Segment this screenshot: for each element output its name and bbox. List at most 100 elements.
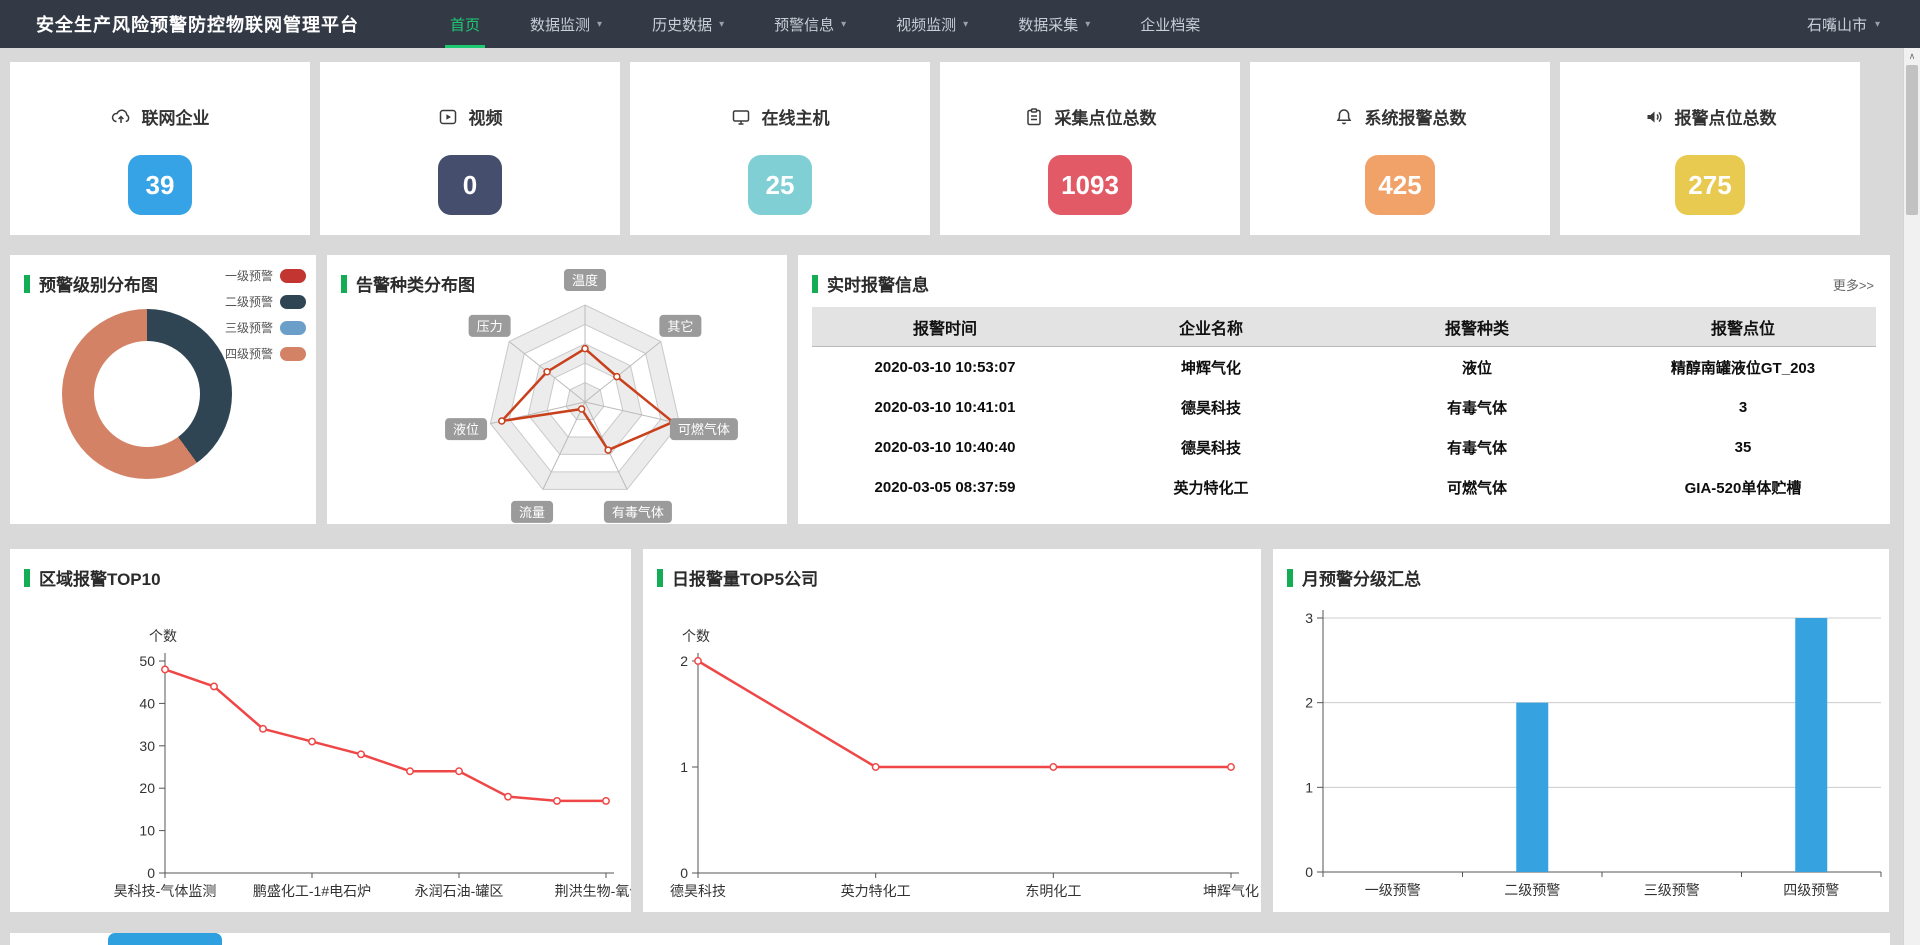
daily-top5-panel: 日报警量TOP5公司 012个数德昊科技英力特化工东明化工坤辉气化 xyxy=(643,549,1261,912)
svg-text:英力特化工: 英力特化工 xyxy=(841,883,911,899)
nav-menu: 首页 数据监测 ▾ 历史数据 ▾ 预警信息 ▾ 视频监测 ▾ 数据采集 ▾ 企业… xyxy=(425,0,1225,48)
enterprise-name: 坤辉气化 xyxy=(1078,357,1344,378)
panel-title: 区域报警TOP10 xyxy=(39,565,161,590)
nav-item-data-collection[interactable]: 数据采集 ▾ xyxy=(993,0,1115,48)
alarm-time: 2020-03-10 10:53:07 xyxy=(812,359,1078,376)
column-header: 企业名称 xyxy=(1078,315,1344,339)
bell-icon xyxy=(1334,107,1354,127)
svg-text:个数: 个数 xyxy=(149,628,177,644)
nav-item-enterprise-archive[interactable]: 企业档案 xyxy=(1115,0,1225,48)
alarm-type-panel: 告警种类分布图 温度其它可燃气体有毒气体流量液位压力 xyxy=(327,255,787,524)
more-link[interactable]: 更多>> xyxy=(1833,275,1874,294)
monitor-icon xyxy=(731,107,751,127)
column-header: 报警点位 xyxy=(1610,315,1876,339)
donut-legend: 一级预警 二级预警 三级预警 四级预警 xyxy=(225,267,306,371)
nav-item-home[interactable]: 首页 xyxy=(425,0,505,48)
alarm-point: 精醇南罐液位GT_203 xyxy=(1610,357,1876,378)
panel-title: 预警级别分布图 xyxy=(39,271,158,296)
city-label: 石嘴山市 xyxy=(1807,14,1867,35)
nav-item-history-data[interactable]: 历史数据 ▾ xyxy=(627,0,749,48)
nav-item-label: 企业档案 xyxy=(1140,14,1200,35)
table-row[interactable]: 2020-03-10 10:53:07 坤辉气化 液位 精醇南罐液位GT_203 xyxy=(812,347,1876,387)
legend-item[interactable]: 三级预警 xyxy=(225,319,306,336)
panel-title: 月预警分级汇总 xyxy=(1302,565,1421,590)
alarm-point: GIA-520单体贮槽 xyxy=(1610,477,1876,498)
stat-card-label: 视频 xyxy=(469,104,503,129)
svg-text:2: 2 xyxy=(680,653,688,669)
scroll-up-arrow[interactable]: ∧ xyxy=(1904,48,1920,64)
chevron-down-icon: ▾ xyxy=(963,19,968,30)
nav-item-label: 预警信息 xyxy=(774,14,834,35)
legend-item[interactable]: 四级预警 xyxy=(225,345,306,362)
app-title: 安全生产风险预警防控物联网管理平台 xyxy=(36,11,359,37)
enterprise-name: 德昊科技 xyxy=(1078,397,1344,418)
panel-title: 实时报警信息 xyxy=(827,271,929,296)
title-accent-bar xyxy=(24,275,30,293)
chevron-down-icon: ▾ xyxy=(719,19,724,30)
svg-text:有毒气体: 有毒气体 xyxy=(612,505,664,520)
title-accent-bar xyxy=(812,275,818,293)
svg-text:0: 0 xyxy=(1305,864,1313,880)
svg-text:德昊科技: 德昊科技 xyxy=(670,883,726,899)
svg-text:坤辉气化: 坤辉气化 xyxy=(1203,883,1259,899)
legend-item[interactable]: 一级预警 xyxy=(225,267,306,284)
nav-item-video-monitoring[interactable]: 视频监测 ▾ xyxy=(871,0,993,48)
scrollbar-thumb[interactable] xyxy=(1906,65,1918,215)
cloud-upload-icon xyxy=(111,107,131,127)
chevron-down-icon: ▾ xyxy=(1085,19,1090,30)
svg-text:个数: 个数 xyxy=(682,628,710,644)
warning-level-donut-chart xyxy=(62,309,232,479)
table-row[interactable]: 2020-03-10 10:41:01 德昊科技 有毒气体 3 xyxy=(812,387,1876,427)
alarm-table-header: 报警时间 企业名称 报警种类 报警点位 xyxy=(812,307,1876,347)
stat-card-label: 采集点位总数 xyxy=(1055,104,1157,129)
alarm-time: 2020-03-10 10:40:40 xyxy=(812,439,1078,456)
legend-swatch xyxy=(280,347,306,361)
svg-text:可燃气体: 可燃气体 xyxy=(678,422,730,437)
legend-item[interactable]: 二级预警 xyxy=(225,293,306,310)
city-selector[interactable]: 石嘴山市 ▾ xyxy=(1807,14,1880,35)
svg-text:30: 30 xyxy=(139,738,155,754)
svg-text:温度: 温度 xyxy=(572,273,598,288)
svg-text:昊科技-气体监测: 昊科技-气体监测 xyxy=(114,883,217,899)
svg-text:流量: 流量 xyxy=(519,505,545,520)
scrollbar[interactable]: ∧ xyxy=(1903,48,1920,945)
alarm-type: 可燃气体 xyxy=(1344,477,1610,498)
table-row[interactable]: 2020-03-10 10:40:40 德昊科技 有毒气体 35 xyxy=(812,427,1876,467)
panel-title: 日报警量TOP5公司 xyxy=(672,565,818,590)
nav-item-warning-info[interactable]: 预警信息 ▾ xyxy=(749,0,871,48)
realtime-alarm-panel: 实时报警信息 更多>> 报警时间 企业名称 报警种类 报警点位 2020-03-… xyxy=(798,255,1890,524)
stat-card-value: 39 xyxy=(128,155,192,215)
nav-item-data-monitoring[interactable]: 数据监测 ▾ xyxy=(505,0,627,48)
video-icon xyxy=(438,107,458,127)
alarm-time: 2020-03-10 10:41:01 xyxy=(812,399,1078,416)
nav-item-label: 首页 xyxy=(450,14,480,35)
region-top10-line-chart: 01020304050个数昊科技-气体监测鹏盛化工-1#电石炉永润石油-罐区荆洪… xyxy=(10,549,631,912)
nav-item-label: 数据监测 xyxy=(530,14,590,35)
stat-card-label: 联网企业 xyxy=(142,104,210,129)
svg-text:其它: 其它 xyxy=(667,319,693,334)
svg-text:0: 0 xyxy=(680,865,688,881)
footer-panel-edge xyxy=(10,933,1890,945)
nav-item-label: 视频监测 xyxy=(896,14,956,35)
svg-text:二级预警: 二级预警 xyxy=(1504,882,1560,898)
title-accent-bar xyxy=(341,275,347,293)
legend-swatch xyxy=(280,321,306,335)
stat-card-value: 425 xyxy=(1365,155,1434,215)
stat-card-label: 系统报警总数 xyxy=(1365,104,1467,129)
alarm-time: 2020-03-05 08:37:59 xyxy=(812,479,1078,496)
alarm-type: 有毒气体 xyxy=(1344,397,1610,418)
stat-card-alarm-points: 报警点位总数 275 xyxy=(1560,62,1860,235)
svg-text:10: 10 xyxy=(139,823,155,839)
warning-level-panel: 预警级别分布图 一级预警 二级预警 三级预警 四级预警 xyxy=(10,255,316,524)
svg-text:东明化工: 东明化工 xyxy=(1025,883,1081,899)
region-top10-panel: 区域报警TOP10 01020304050个数昊科技-气体监测鹏盛化工-1#电石… xyxy=(10,549,631,912)
legend-swatch xyxy=(280,269,306,283)
title-accent-bar xyxy=(24,569,30,587)
svg-text:20: 20 xyxy=(139,780,155,796)
svg-text:1: 1 xyxy=(1305,779,1313,795)
table-row[interactable]: 2020-03-05 08:37:59 英力特化工 可燃气体 GIA-520单体… xyxy=(812,467,1876,507)
top-nav: 安全生产风险预警防控物联网管理平台 首页 数据监测 ▾ 历史数据 ▾ 预警信息 … xyxy=(0,0,1920,48)
dashboard-page: { "nav": { "title": "安全生产风险预警防控物联网管理平台",… xyxy=(0,0,1920,945)
title-accent-bar xyxy=(1287,569,1293,587)
clipboard-icon xyxy=(1024,107,1044,127)
